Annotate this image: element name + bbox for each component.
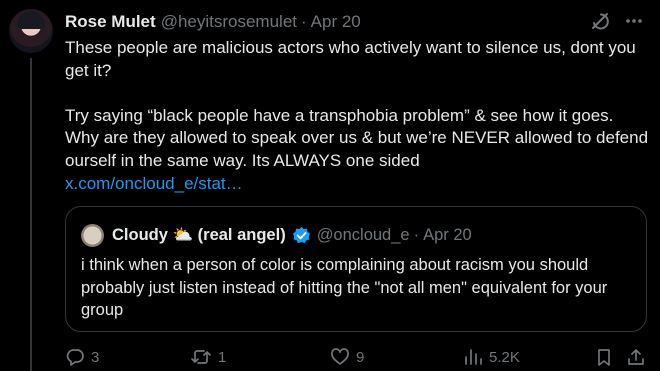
- like-icon: [331, 348, 349, 365]
- reply-icon: [66, 349, 84, 366]
- grok-icon[interactable]: [590, 11, 610, 31]
- share-icon: [628, 349, 644, 365]
- repost-count: 1: [218, 348, 227, 366]
- views-button[interactable]: 5.2K: [463, 345, 520, 369]
- quote-author-name[interactable]: Cloudy ⛅ (real angel): [112, 226, 286, 245]
- bookmark-icon: [598, 349, 610, 366]
- share-button[interactable]: [626, 345, 646, 369]
- views-icon: [465, 349, 482, 365]
- quote-header: Cloudy ⛅ (real angel) @oncloud_e · Apr 2…: [112, 224, 472, 246]
- post-paragraph-1: These people are malicious actors who ac…: [65, 38, 636, 80]
- post-date[interactable]: Apr 20: [311, 12, 361, 32]
- repost-button[interactable]: 1: [190, 345, 226, 369]
- quote-author-handle[interactable]: @oncloud_e: [317, 226, 410, 245]
- quote-avatar[interactable]: [81, 224, 104, 247]
- separator: ·: [301, 12, 307, 31]
- cloud-emoji: ⛅: [172, 225, 194, 244]
- author-name[interactable]: Rose Mulet: [65, 12, 156, 32]
- quoted-post[interactable]: Cloudy ⛅ (real angel) @oncloud_e · Apr 2…: [65, 206, 647, 332]
- reply-button[interactable]: 3: [65, 345, 99, 369]
- author-handle[interactable]: @heyitsrosemulet: [161, 12, 297, 32]
- like-count: 9: [356, 348, 365, 366]
- action-bar: 3 1 9 5.2K: [65, 345, 650, 369]
- post-paragraph-2: Try saying “black people have a transpho…: [65, 105, 649, 170]
- header-icons: [590, 11, 644, 31]
- quote-separator: ·: [413, 225, 420, 244]
- bookmark-button[interactable]: [594, 345, 614, 369]
- like-button[interactable]: 9: [330, 345, 364, 369]
- post-header: Rose Mulet @heyitsrosemulet · Apr 20: [65, 11, 650, 33]
- quote-text: i think when a person of color is compla…: [81, 256, 608, 319]
- views-count: 5.2K: [489, 348, 520, 366]
- verified-badge-icon: [292, 226, 311, 245]
- repost-icon: [191, 350, 211, 364]
- reply-count: 3: [91, 348, 100, 366]
- more-icon[interactable]: [624, 11, 644, 31]
- thread-line: [30, 58, 32, 371]
- quote-date[interactable]: Apr 20: [423, 226, 472, 245]
- post-text: These people are malicious actors who ac…: [65, 37, 650, 195]
- author-avatar[interactable]: [9, 9, 53, 53]
- post-link[interactable]: x.com/oncloud_e/stat…: [65, 174, 243, 193]
